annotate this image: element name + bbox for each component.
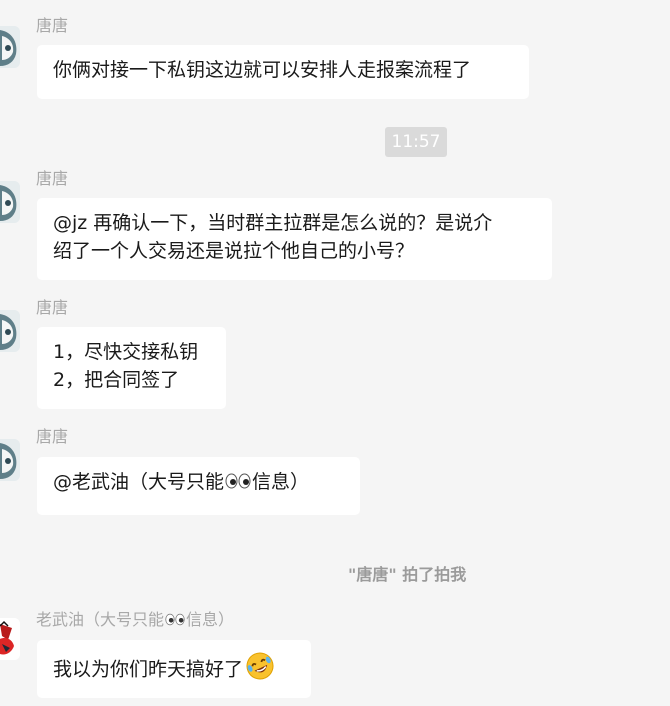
message-bubble[interactable]: @老武油（大号只能 信息）: [37, 457, 360, 515]
sender-name: 唐唐: [36, 169, 69, 188]
message-text-line: 绍了一个人交易还是说拉个他自己的小号？: [53, 240, 415, 262]
anime-girl-avatar-icon[interactable]: [0, 181, 20, 223]
sender-name: 唐唐: [36, 16, 69, 35]
message-text: @老武油（大号只能: [53, 471, 225, 493]
sender-name-part: 信息）: [186, 610, 235, 629]
pat-notice: "唐唐" 拍了拍我: [348, 565, 467, 584]
red-character-avatar-icon[interactable]: [0, 618, 20, 660]
message-text-line: 2，把合同签了: [53, 369, 180, 391]
eyes-emoji-icon: [225, 469, 251, 497]
sender-name: 唐唐: [36, 427, 69, 446]
message-text: 我以为你们昨天搞好了: [53, 658, 244, 681]
message-text: 你俩对接一下私钥这边就可以安排人走报案流程了: [53, 59, 472, 81]
anime-girl-avatar-icon[interactable]: [0, 26, 20, 68]
rofl-emoji-icon: [245, 651, 275, 689]
sender-name: 唐唐: [36, 298, 69, 317]
anime-girl-avatar-icon[interactable]: [0, 310, 20, 352]
message-text: 信息）: [252, 471, 310, 493]
message-text-line: 1，尽快交接私钥: [53, 341, 199, 363]
message-bubble[interactable]: 你俩对接一下私钥这边就可以安排人走报案流程了: [37, 45, 529, 99]
message-bubble[interactable]: @jz 再确认一下，当时群主拉群是怎么说的？是说介 绍了一个人交易还是说拉个他自…: [37, 198, 552, 280]
message-bubble[interactable]: 1，尽快交接私钥 2，把合同签了: [37, 327, 226, 409]
anime-girl-avatar-icon[interactable]: [0, 439, 20, 481]
message-bubble[interactable]: 我以为你们昨天搞好了: [37, 640, 311, 698]
sender-name: 老武油（大号只能 信息）: [36, 610, 234, 631]
sender-name-part: 老武油（大号只能: [36, 610, 165, 629]
chat-window: 唐唐 你俩对接一下私钥这边就可以安排人走报案流程了 11:57 唐唐 @jz 再…: [0, 0, 670, 706]
message-text-line: @jz 再确认一下，当时群主拉群是怎么说的？是说介: [53, 212, 493, 234]
timestamp-pill: 11:57: [385, 127, 447, 157]
eyes-emoji-icon: [165, 611, 185, 631]
